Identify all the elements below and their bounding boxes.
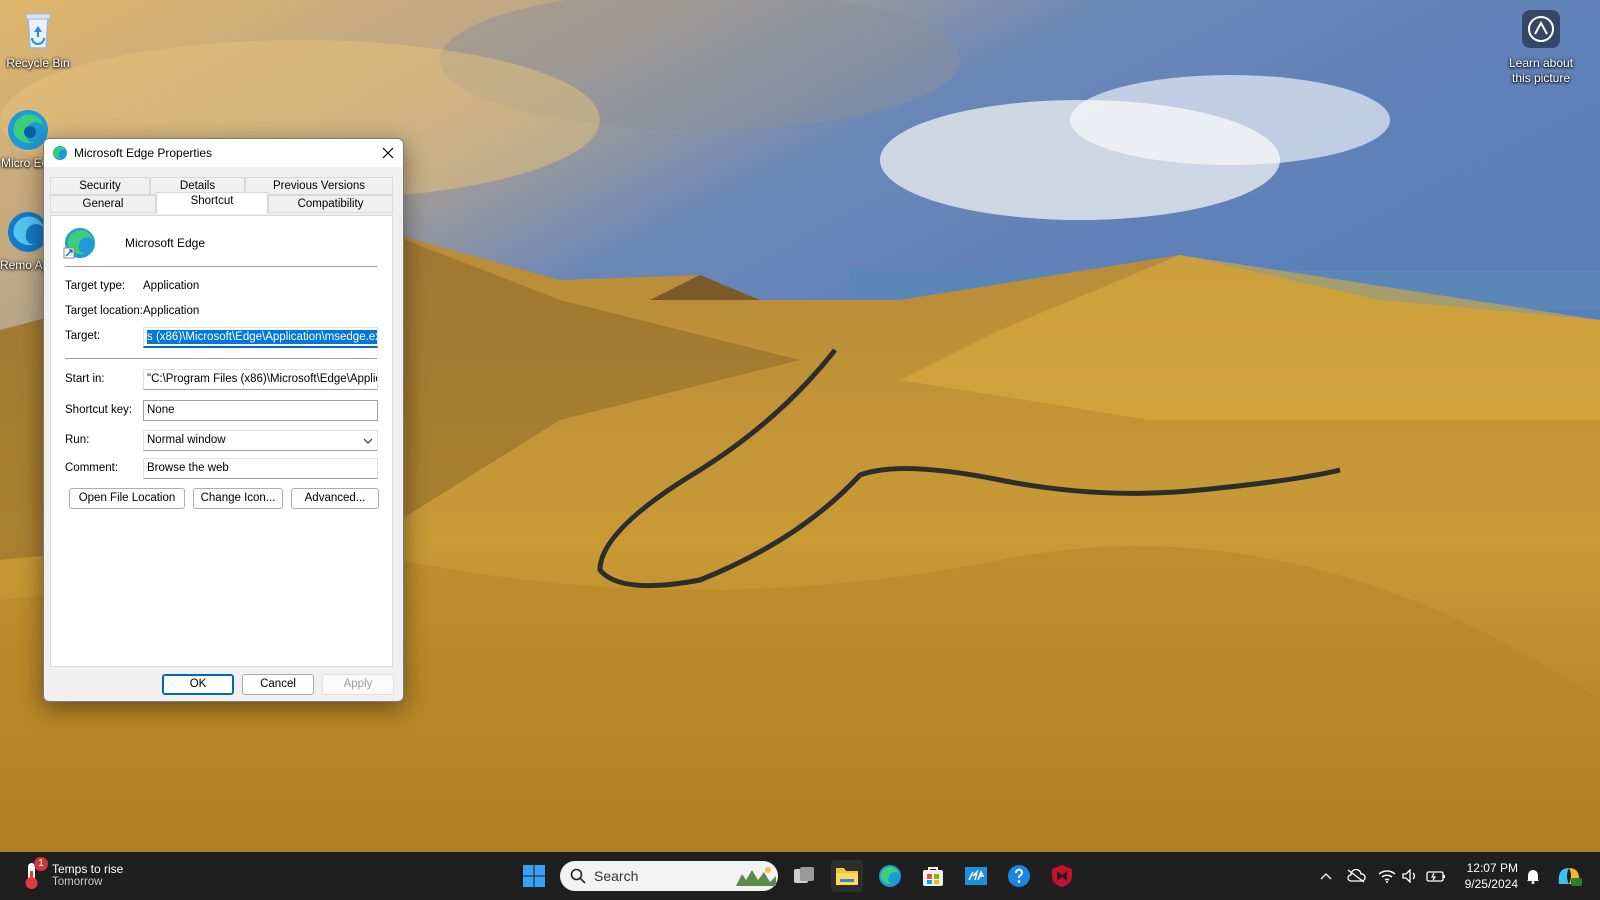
apply-button[interactable]: Apply: [322, 674, 394, 695]
dialog-titlebar[interactable]: Microsoft Edge Properties: [44, 139, 403, 167]
edge-icon: [879, 865, 901, 887]
search-placeholder: Search: [594, 868, 639, 884]
help-icon: [1008, 865, 1030, 887]
folder-icon: [836, 868, 858, 885]
edge-shortcut-icon: [63, 226, 97, 260]
target-input[interactable]: s (x86)\Microsoft\Edge\Application\msedg…: [143, 327, 378, 348]
hp-icon: [965, 867, 987, 885]
learn-about-picture[interactable]: Learn about this picture: [1496, 10, 1586, 86]
comment-label: Comment:: [65, 462, 119, 474]
start-button[interactable]: [518, 860, 550, 892]
open-file-location-button[interactable]: Open File Location: [69, 488, 185, 509]
comment-input[interactable]: Browse the web: [143, 458, 378, 479]
properties-dialog: Microsoft Edge Properties Security Detai…: [43, 138, 404, 702]
tab-strip: Security Details Previous Versions Gener…: [50, 177, 393, 217]
notification-badge: 1: [34, 857, 48, 871]
mcafee-button[interactable]: [1046, 860, 1078, 892]
learn-line1: Learn about: [1508, 56, 1574, 70]
target-location-label: Target location:: [65, 305, 143, 317]
start-in-input[interactable]: "C:\Program Files (x86)\Microsoft\Edge\A…: [143, 369, 378, 390]
taskbar: 1 Temps to rise Tomorrow Search 12:07 PM…: [0, 852, 1600, 900]
shortcut-key-label: Shortcut key:: [65, 404, 133, 416]
speaker-icon: [1402, 869, 1415, 883]
advanced-button[interactable]: Advanced...: [291, 488, 379, 509]
dialog-title: Microsoft Edge Properties: [74, 146, 213, 160]
battery-icon: [1426, 871, 1445, 882]
cancel-button[interactable]: Cancel: [242, 674, 314, 695]
clock-date: 9/25/2024: [1464, 877, 1518, 891]
edge-taskbar-button[interactable]: [874, 860, 906, 892]
close-button[interactable]: [373, 139, 403, 167]
onedrive-button[interactable]: [1344, 852, 1368, 900]
run-value: Normal window: [147, 434, 226, 446]
recycle-bin-icon: [16, 8, 60, 52]
target-location-value: Application: [143, 305, 200, 317]
search-icon: [570, 868, 586, 884]
file-explorer-button[interactable]: [831, 860, 863, 892]
separator: [65, 358, 377, 359]
close-icon: [382, 147, 394, 159]
target-type-value: Application: [143, 280, 200, 292]
hp-app-button[interactable]: [960, 860, 992, 892]
tab-security[interactable]: Security: [50, 177, 150, 195]
weather-subtitle: Tomorrow: [52, 876, 103, 888]
taskbar-search[interactable]: Search: [560, 861, 778, 891]
learn-line2: this picture: [1511, 71, 1571, 85]
notifications-button[interactable]: [1522, 852, 1544, 900]
shortcut-key-input[interactable]: None: [143, 400, 378, 421]
wifi-icon: [1378, 870, 1396, 883]
system-clock[interactable]: 12:07 PM 9/25/2024: [1452, 860, 1518, 892]
target-label: Target:: [65, 330, 101, 342]
chevron-up-icon: [1320, 873, 1332, 880]
desktop-icon-recycle-bin[interactable]: Recycle Bin: [2, 8, 74, 70]
weather-headline: Temps to rise: [52, 862, 124, 876]
volume-button[interactable]: [1400, 852, 1422, 900]
store-button[interactable]: [917, 860, 949, 892]
camera-info-icon: [1522, 10, 1560, 48]
start-in-label: Start in:: [65, 373, 105, 385]
windows-icon: [523, 865, 545, 887]
target-type-label: Target type:: [65, 280, 126, 292]
network-button[interactable]: [1376, 852, 1398, 900]
task-view-button[interactable]: [788, 860, 820, 892]
battery-button[interactable]: [1424, 852, 1448, 900]
desktop-icon-label: Recycle Bin: [6, 56, 70, 70]
target-text: s (x86)\Microsoft\Edge\Application\msedg…: [147, 330, 377, 344]
run-label: Run:: [65, 434, 90, 446]
run-dropdown[interactable]: Normal window: [143, 430, 378, 451]
copilot-icon: [1558, 868, 1582, 886]
tab-compatibility[interactable]: Compatibility: [268, 195, 393, 213]
app-name: Microsoft Edge: [125, 236, 206, 250]
tab-general[interactable]: General: [50, 195, 156, 213]
change-icon-button[interactable]: Change Icon...: [193, 488, 283, 509]
widgets-button[interactable]: [1552, 852, 1586, 900]
task-view-icon: [794, 867, 814, 883]
shield-icon: [1052, 865, 1072, 887]
weather-widget[interactable]: 1 Temps to rise Tomorrow: [18, 857, 124, 891]
cloud-off-icon: [1347, 869, 1366, 883]
edge-icon: [52, 145, 68, 161]
thermometer-icon: 1: [18, 857, 48, 891]
store-icon: [923, 867, 943, 886]
tab-shortcut[interactable]: Shortcut: [156, 192, 268, 214]
ok-button[interactable]: OK: [162, 674, 234, 695]
show-hidden-icons-button[interactable]: [1316, 852, 1336, 900]
chevron-down-icon: [363, 438, 373, 444]
separator: [65, 266, 377, 267]
bell-icon: [1527, 870, 1539, 884]
app-header: Microsoft Edge: [63, 226, 205, 260]
search-highlight-icon: [736, 867, 776, 886]
help-button[interactable]: [1003, 860, 1035, 892]
clock-time: 12:07 PM: [1466, 861, 1518, 875]
shortcut-panel: Microsoft Edge Target type: Application …: [50, 215, 393, 667]
